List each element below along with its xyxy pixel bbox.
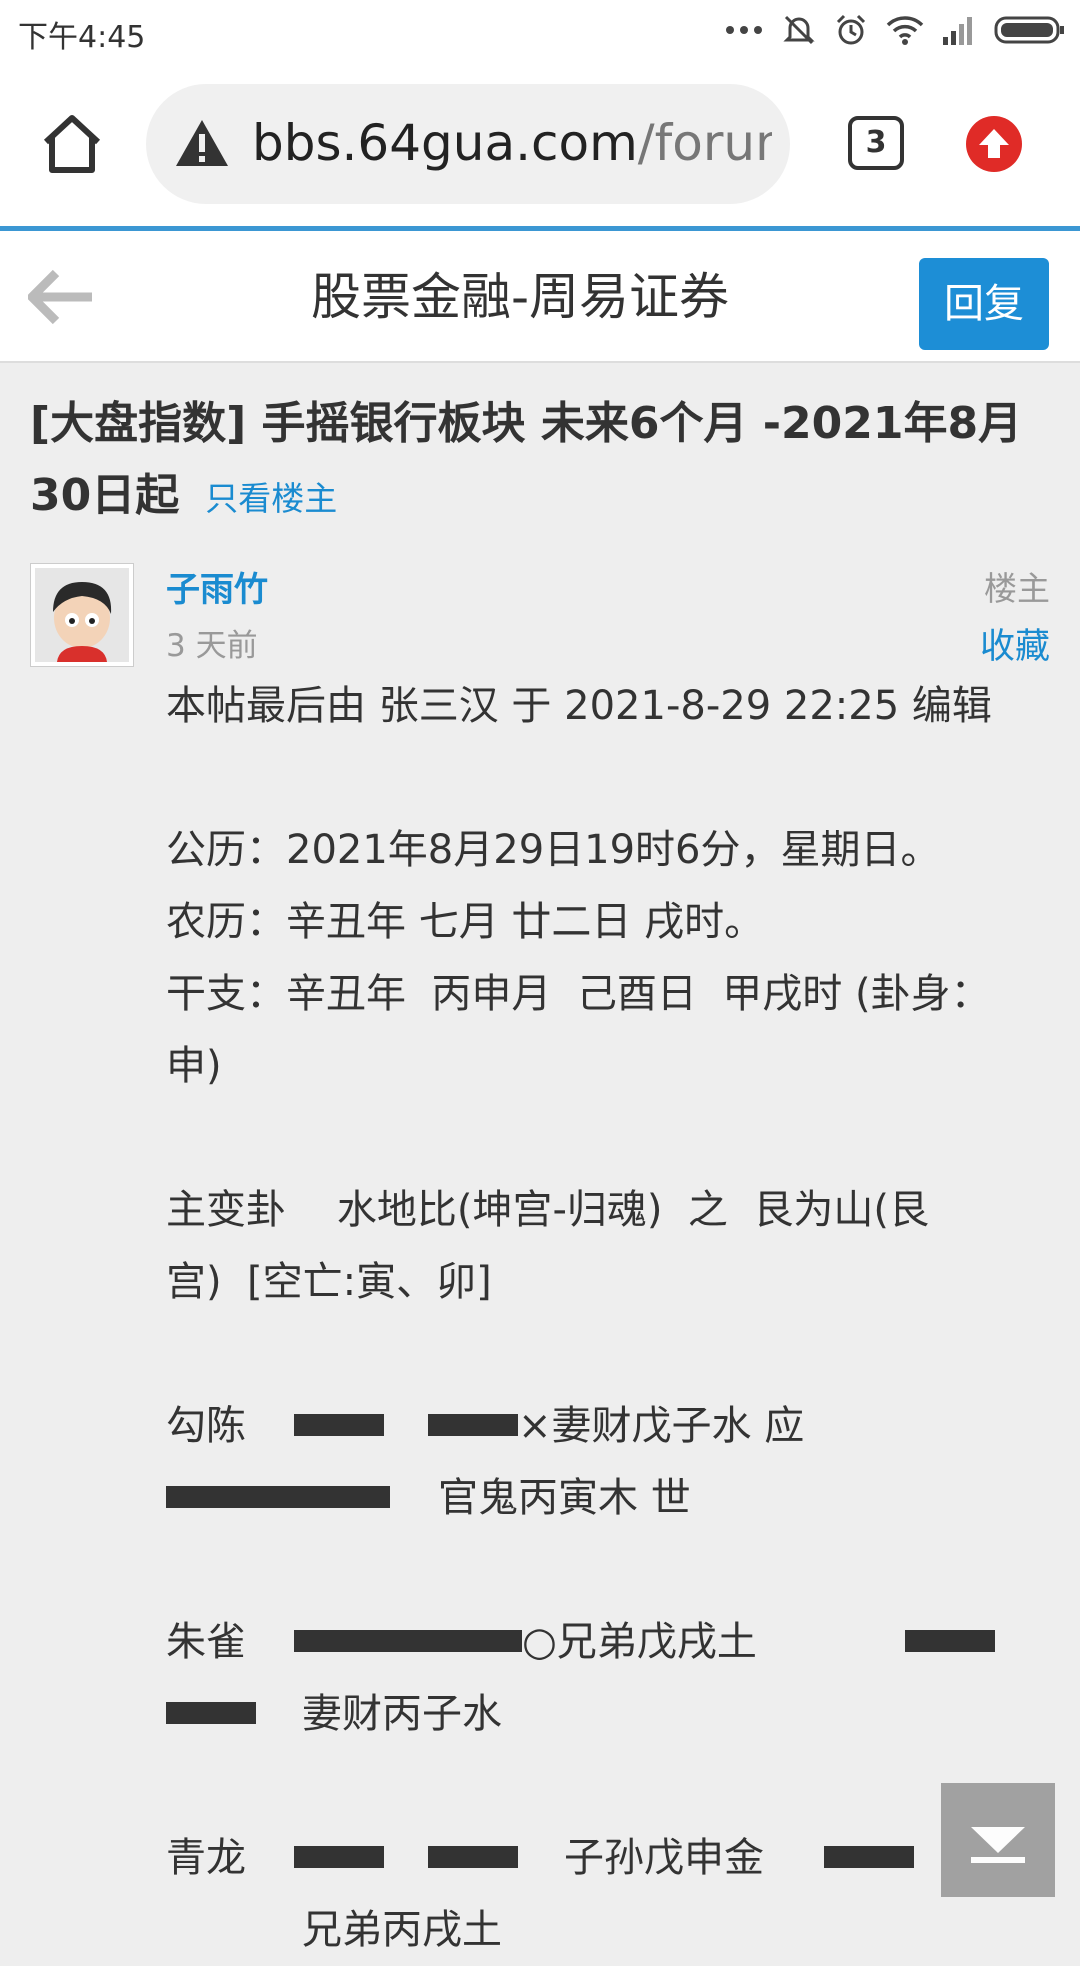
status-icons	[724, 12, 1066, 48]
yao-row-gouchen: 勾陈 ×妻财戊子水 应	[166, 1390, 1046, 1462]
yao-row-6: 兄弟丙戌土	[166, 1894, 1046, 1966]
yao-label: 勾陈	[166, 1403, 246, 1449]
post-body: 本帖最后由 张三汉 于 2021-8-29 22:25 编辑 公历：2021年8…	[166, 670, 1046, 1966]
only-op-link[interactable]: 只看楼主	[205, 479, 337, 518]
yang-bar	[294, 1630, 522, 1652]
yin-bar	[294, 1414, 384, 1436]
url-text: bbs.64gua.com/forum.p	[252, 112, 772, 174]
thread-title: [大盘指数] 手摇银行板块 未来6个月 -2021年8月30日起 只看楼主	[30, 388, 1060, 535]
upload-button[interactable]	[966, 116, 1022, 172]
home-icon	[43, 115, 101, 173]
nongli-line: 农历：辛丑年 七月 廿二日 戌时。	[166, 899, 765, 945]
yang-bar	[166, 1486, 390, 1508]
yao-row-2: 官鬼丙寅木 世	[166, 1462, 1046, 1534]
post-time: 3 天前	[166, 628, 258, 664]
wifi-icon	[886, 16, 924, 45]
url-host: bbs.64gua.com	[252, 114, 638, 172]
yin-bar	[166, 1702, 256, 1724]
mute-icon	[783, 15, 815, 45]
url-path: /forum.p	[637, 114, 772, 172]
gongli-line: 公历：2021年8月29日19时6分，星期日。	[166, 827, 941, 873]
gua-line-1: 主变卦 水地比(坤宫-归魂) 之 艮为山(艮	[166, 1187, 929, 1233]
yin-bar	[904, 1630, 995, 1652]
yao-text: ○兄弟戊戌土	[522, 1619, 757, 1665]
signal-icon	[943, 17, 972, 45]
scroll-to-bottom-button[interactable]	[941, 1783, 1055, 1897]
home-button[interactable]	[40, 112, 104, 176]
favorite-link[interactable]: 收藏	[980, 618, 1050, 669]
tabs-count-button[interactable]: 3	[848, 116, 904, 170]
edit-note: 本帖最后由 张三汉 于 2021-8-29 22:25 编辑	[166, 683, 992, 729]
avatar-image	[35, 568, 129, 662]
yin-bar	[294, 1846, 384, 1868]
gua-line-2: 宫) [空亡:寅、卯]	[166, 1259, 492, 1305]
status-bar: 下午4:45	[0, 0, 1080, 62]
arrow-up-icon	[979, 129, 1009, 158]
yao-row-4: 妻财丙子水	[166, 1678, 1046, 1750]
yao-text: 官鬼丙寅木 世	[438, 1475, 691, 1521]
status-time: 下午4:45	[18, 20, 146, 55]
url-bar[interactable]: bbs.64gua.com/forum.p	[146, 84, 790, 204]
thread-title-text: [大盘指数] 手摇银行板块 未来6个月 -2021年8月30日起	[30, 398, 1023, 521]
browser-toolbar: bbs.64gua.com/forum.p 3	[0, 62, 1080, 226]
author-name[interactable]: 子雨竹	[166, 562, 268, 611]
yao-text: ×妻财戊子水 应	[518, 1403, 805, 1449]
yao-row-qinglong: 青龙 子孙戊申金	[166, 1822, 1046, 1894]
battery-icon	[994, 16, 1064, 44]
reply-button[interactable]: 回复	[919, 258, 1049, 350]
alarm-icon	[836, 14, 866, 45]
chevron-down-icon	[971, 1827, 1025, 1863]
forum-title: 股票金融-周易证券	[310, 268, 730, 326]
warning-icon	[176, 120, 228, 166]
op-badge: 楼主	[984, 569, 1050, 608]
yao-text: 妻财丙子水	[302, 1691, 502, 1737]
forum-header: 股票金融-周易证券 回复	[0, 231, 1080, 363]
yao-label: 朱雀	[166, 1619, 246, 1665]
ganzhi-line-1: 干支：辛丑年 丙申月 己酉日 甲戌时 (卦身：	[166, 971, 991, 1017]
yao-label: 青龙	[166, 1835, 246, 1881]
yao-text: 兄弟丙戌土	[302, 1907, 502, 1953]
avatar[interactable]	[30, 563, 134, 667]
more-icon	[726, 26, 762, 34]
yin-bar	[428, 1414, 518, 1436]
ganzhi-line-2: 申)	[166, 1043, 222, 1089]
yin-bar	[428, 1846, 518, 1868]
yao-row-zhuque: 朱雀 ○兄弟戊戌土	[166, 1606, 1046, 1678]
yao-text: 子孙戊申金	[564, 1835, 764, 1881]
yin-bar	[824, 1846, 914, 1868]
